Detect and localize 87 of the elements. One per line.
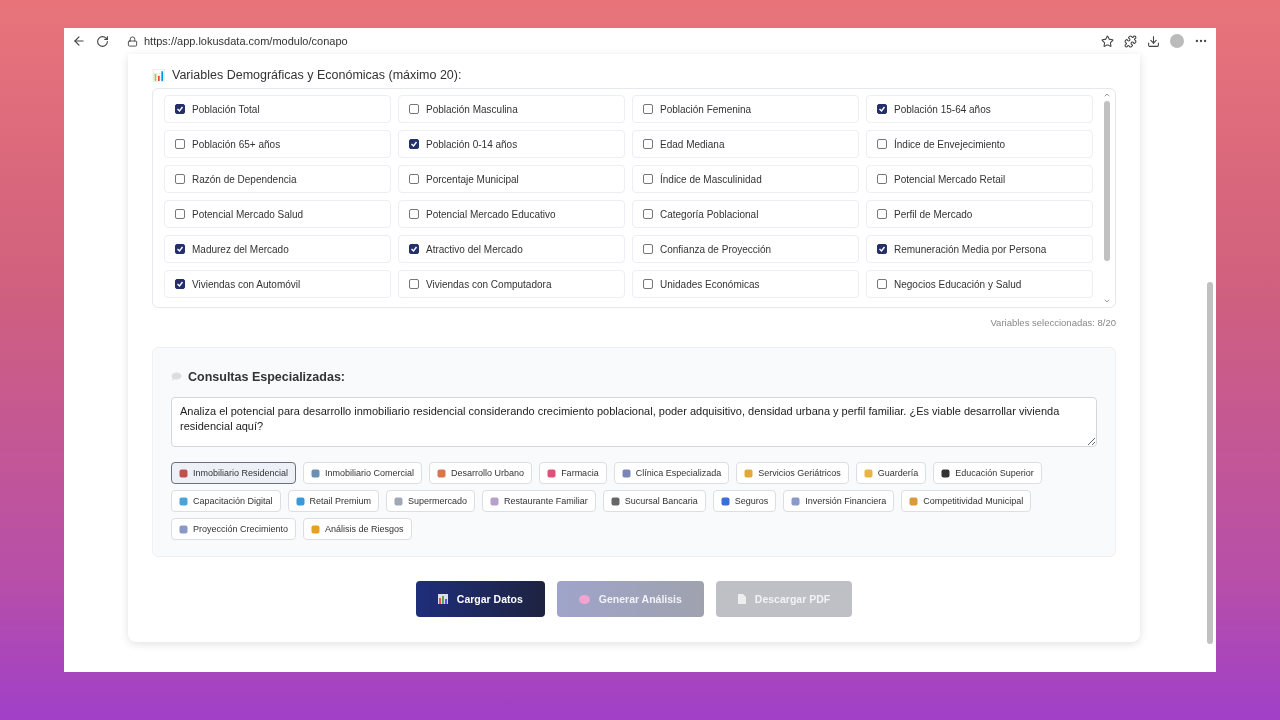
variable-option[interactable]: Potencial Mercado Salud — [164, 200, 391, 228]
refresh-icon[interactable] — [96, 34, 109, 48]
section-title: Consultas Especializadas: — [188, 369, 345, 384]
checkbox[interactable] — [409, 279, 419, 289]
query-chip[interactable]: Supermercado — [386, 490, 476, 512]
checkbox[interactable] — [409, 244, 419, 254]
variable-option[interactable]: Edad Mediana — [632, 130, 859, 158]
query-chip[interactable]: Sucursal Bancaria — [602, 490, 706, 512]
variable-option[interactable]: Madurez del Mercado — [164, 235, 391, 263]
query-chip[interactable]: Análisis de Riesgos — [303, 518, 412, 540]
checkbox[interactable] — [877, 139, 887, 149]
checkbox[interactable] — [409, 104, 419, 114]
variable-option[interactable]: Potencial Mercado Retail — [866, 165, 1093, 193]
chart-icon — [437, 594, 448, 604]
checkbox[interactable] — [409, 209, 419, 219]
checkbox[interactable] — [175, 139, 185, 149]
query-chip[interactable]: Restaurante Familiar — [482, 490, 596, 512]
variable-option[interactable]: Índice de Masculinidad — [632, 165, 859, 193]
variable-option[interactable]: Índice de Envejecimiento — [866, 130, 1093, 158]
variable-option[interactable]: Atractivo del Mercado — [398, 235, 625, 263]
checkbox[interactable] — [643, 244, 653, 254]
query-chip[interactable]: Servicios Geriátricos — [736, 462, 849, 484]
query-chip[interactable]: Farmacia — [539, 462, 607, 484]
checkbox[interactable] — [409, 174, 419, 184]
scrollbar[interactable] — [1102, 91, 1112, 305]
address-bar[interactable]: https://app.lokusdata.com/modulo/conapo — [119, 30, 1091, 52]
query-chip[interactable]: Guardería — [855, 462, 927, 484]
brain-icon — [578, 594, 590, 604]
url-text: https://app.lokusdata.com/modulo/conapo — [144, 35, 348, 47]
checkbox[interactable] — [175, 209, 185, 219]
variable-option[interactable]: Confianza de Proyección — [632, 235, 859, 263]
checkbox[interactable] — [175, 174, 185, 184]
scroll-down-icon[interactable] — [1103, 297, 1111, 305]
checkbox[interactable] — [877, 244, 887, 254]
checkbox[interactable] — [643, 209, 653, 219]
lock-icon — [127, 35, 138, 47]
variable-option[interactable]: Perfil de Mercado — [866, 200, 1093, 228]
action-button[interactable]: Cargar Datos — [415, 581, 545, 617]
favorite-icon[interactable] — [1101, 34, 1114, 48]
checkbox[interactable] — [643, 104, 653, 114]
checkbox[interactable] — [877, 209, 887, 219]
checkbox[interactable] — [877, 104, 887, 114]
query-chip[interactable]: Inmobiliario Residencial — [171, 462, 297, 484]
query-chip[interactable]: Proyección Crecimiento — [171, 518, 297, 540]
query-chip[interactable]: Educación Superior — [933, 462, 1042, 484]
variable-option[interactable]: Población Masculina — [398, 95, 625, 123]
speech-bubble-icon — [171, 372, 182, 381]
query-chip[interactable]: Inmobiliario Comercial — [303, 462, 423, 484]
checkbox[interactable] — [877, 279, 887, 289]
extensions-icon[interactable] — [1124, 34, 1137, 48]
variable-option[interactable]: Viviendas con Computadora — [398, 270, 625, 298]
variable-option[interactable]: Razón de Dependencia — [164, 165, 391, 193]
variable-option[interactable]: Población Total — [164, 95, 391, 123]
checkbox[interactable] — [643, 139, 653, 149]
checkbox[interactable] — [643, 174, 653, 184]
query-chip[interactable]: Desarrollo Urbano — [429, 462, 533, 484]
variable-option[interactable]: Unidades Económicas — [632, 270, 859, 298]
variable-option[interactable]: Población 0-14 años — [398, 130, 625, 158]
selection-counter: Variables seleccionadas: 8/20 — [990, 317, 1116, 328]
query-chip[interactable]: Capacitación Digital — [171, 490, 281, 512]
query-chip[interactable]: Competitividad Municipal — [901, 490, 1032, 512]
variable-option[interactable]: Negocios Educación y Salud — [866, 270, 1093, 298]
variable-option[interactable]: Categoría Poblacional — [632, 200, 859, 228]
query-chip[interactable]: Inversión Financiera — [783, 490, 895, 512]
document-icon — [737, 594, 746, 604]
variable-option[interactable]: Porcentaje Municipal — [398, 165, 625, 193]
checkbox[interactable] — [175, 104, 185, 114]
variable-option[interactable]: Población 15-64 años — [866, 95, 1093, 123]
variable-option[interactable]: Potencial Mercado Educativo — [398, 200, 625, 228]
variable-option[interactable]: Población Femenina — [632, 95, 859, 123]
download-icon[interactable] — [1147, 34, 1160, 48]
checkbox[interactable] — [643, 279, 653, 289]
checkbox[interactable] — [175, 244, 185, 254]
section-title: Variables Demográficas y Económicas (máximo 20): — [172, 68, 462, 82]
checkbox[interactable] — [409, 139, 419, 149]
variable-option[interactable]: Viviendas con Automóvil — [164, 270, 391, 298]
query-chip[interactable]: Clínica Especializada — [613, 462, 730, 484]
back-icon[interactable] — [72, 34, 86, 48]
query-chip[interactable]: Retail Premium — [287, 490, 380, 512]
section-icon: 📊 — [152, 68, 166, 82]
checkbox[interactable] — [877, 174, 887, 184]
query-field[interactable]: Analiza el potencial para desarrollo inmobiliario residencial considerando crecimiento poblacional, poder adquisitivo, densidad urbana y perfil familiar. ¿Es viable desarrollar vivienda residencial aquí? — [171, 397, 1097, 447]
scroll-up-icon[interactable] — [1103, 91, 1111, 99]
variable-option[interactable]: Remuneración Media por Persona — [866, 235, 1093, 263]
variable-option[interactable]: Población 65+ años — [164, 130, 391, 158]
query-chip[interactable]: Seguros — [712, 490, 777, 512]
checkbox[interactable] — [175, 279, 185, 289]
